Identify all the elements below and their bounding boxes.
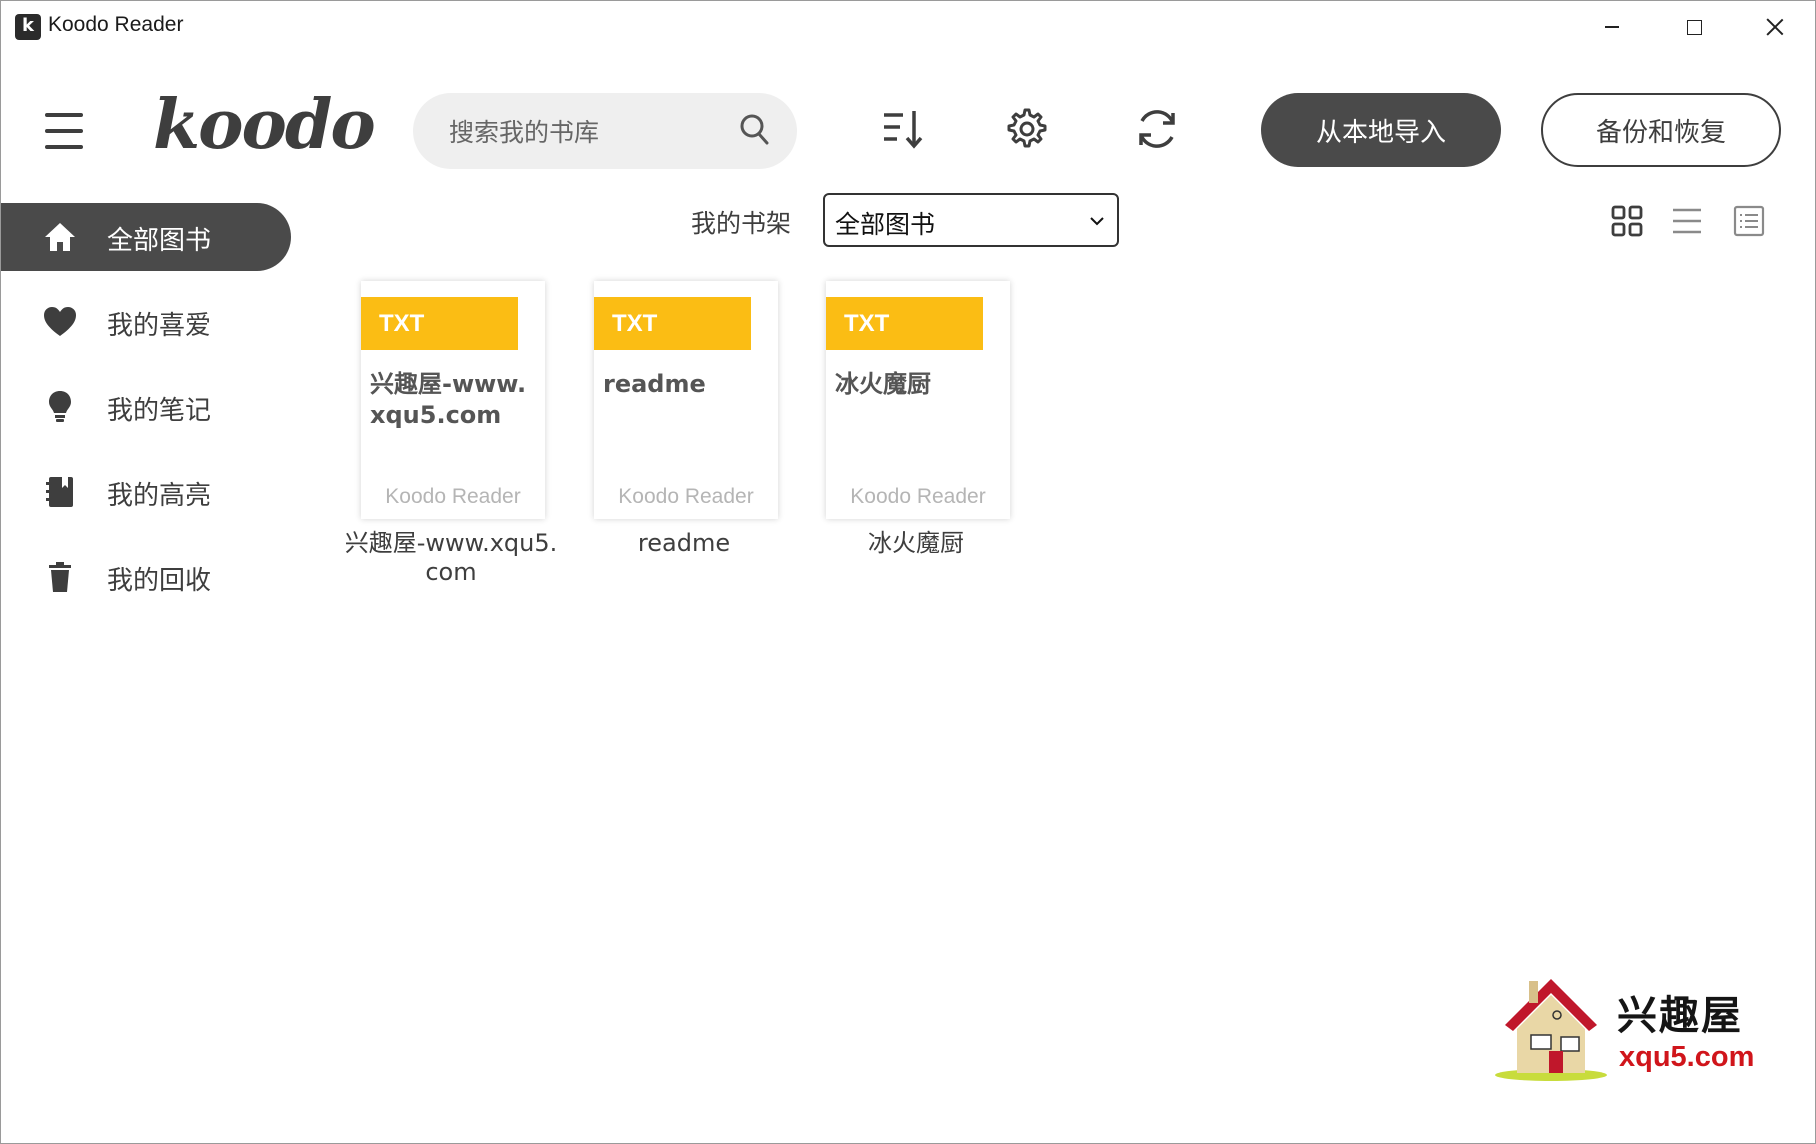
book-card[interactable]: TXT readme Koodo Reader: [594, 281, 778, 519]
sidebar-item-label: 我的高亮: [107, 481, 212, 511]
book-name[interactable]: 冰火魔厨: [806, 529, 1026, 558]
home-icon: [45, 223, 75, 251]
watermark-name: 兴趣屋: [1617, 993, 1743, 1039]
maximize-button[interactable]: [1669, 9, 1719, 45]
sidebar-item-all-books[interactable]: 全部图书: [1, 203, 291, 271]
sync-icon[interactable]: [1135, 107, 1179, 151]
import-local-button[interactable]: 从本地导入: [1261, 93, 1501, 167]
gear-icon[interactable]: [1003, 107, 1047, 151]
book-cover-footer: Koodo Reader: [385, 485, 521, 508]
koodo-app-icon: [15, 14, 41, 40]
search-box[interactable]: [413, 93, 797, 169]
app-window: Koodo Reader koodo 从本地导入 备份和恢复: [0, 0, 1816, 1144]
hamburger-icon: [45, 113, 83, 117]
book-card[interactable]: TXT 兴趣屋-www.xqu5.com Koodo Reader: [361, 281, 545, 519]
close-button[interactable]: [1750, 9, 1800, 45]
book-cover-title: readme: [603, 370, 706, 398]
sort-icon[interactable]: [881, 107, 925, 151]
heart-icon: [44, 307, 76, 336]
minimize-icon: [1605, 26, 1619, 28]
book-format-tag: TXT: [826, 297, 983, 350]
chevron-down-icon: [1090, 217, 1104, 226]
book-cover-footer: Koodo Reader: [850, 485, 986, 508]
window-title: Koodo Reader: [48, 13, 184, 36]
close-icon: [1766, 18, 1784, 36]
sidebar-item-trash[interactable]: 我的回收: [1, 543, 291, 611]
sidebar-item-favorites[interactable]: 我的喜爱: [1, 288, 291, 356]
maximize-icon: [1686, 19, 1702, 35]
shelf-label: 我的书架: [691, 209, 792, 238]
sidebar-item-label: 我的回收: [107, 566, 212, 596]
sidebar-item-label: 全部图书: [107, 226, 212, 256]
sidebar-item-label: 我的笔记: [107, 396, 212, 426]
detail-view-icon[interactable]: [1733, 205, 1765, 237]
grid-view-icon[interactable]: [1611, 205, 1643, 237]
book-cover-footer: Koodo Reader: [618, 485, 754, 508]
title-bar: Koodo Reader: [1, 1, 1815, 53]
koodo-logo: koodo: [153, 85, 376, 165]
sidebar-item-highlights[interactable]: 我的高亮: [1, 458, 291, 526]
shelf-dropdown[interactable]: 全部图书: [823, 193, 1119, 247]
book-format-tag: TXT: [594, 297, 751, 350]
watermark-domain: xqu5.com: [1619, 1041, 1755, 1073]
hamburger-line: [45, 129, 83, 133]
list-view-icon[interactable]: [1671, 205, 1703, 237]
trash-icon: [49, 562, 71, 592]
sidebar-item-notes[interactable]: 我的笔记: [1, 373, 291, 441]
hamburger-line: [45, 145, 83, 149]
sidebar-item-label: 我的喜爱: [107, 311, 212, 341]
search-icon[interactable]: [739, 113, 769, 147]
book-name[interactable]: 兴趣屋-www.xqu5.com: [341, 529, 561, 587]
book-cover-title: 兴趣屋-www.xqu5.com: [370, 370, 527, 429]
menu-toggle-button[interactable]: [45, 113, 83, 149]
backup-restore-button[interactable]: 备份和恢复: [1541, 93, 1781, 167]
minimize-button[interactable]: [1587, 9, 1637, 45]
book-cover-title: 冰火魔厨: [835, 370, 931, 398]
book-format-tag: TXT: [361, 297, 518, 350]
shelf-selected-value: 全部图书: [835, 210, 936, 239]
search-input[interactable]: [447, 111, 741, 153]
lightbulb-icon: [49, 391, 71, 422]
book-name[interactable]: readme: [574, 529, 794, 558]
notebook-icon: [46, 477, 73, 507]
book-card[interactable]: TXT 冰火魔厨 Koodo Reader: [826, 281, 1010, 519]
